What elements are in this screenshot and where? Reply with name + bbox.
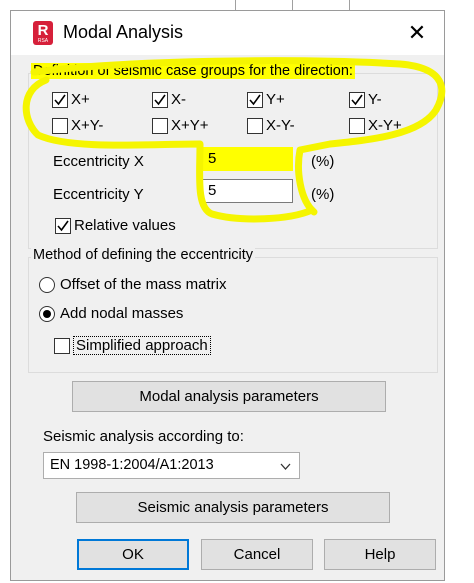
- cancel-button[interactable]: Cancel: [201, 539, 313, 570]
- checkbox-label: X-Y+: [368, 117, 402, 134]
- checkbox-label: Y+: [266, 91, 285, 108]
- eccentricity-y-label: Eccentricity Y: [53, 186, 144, 203]
- close-icon[interactable]: ✕: [403, 19, 431, 47]
- checkbox-label: Simplified approach: [73, 336, 211, 355]
- seismic-analysis-parameters-button[interactable]: Seismic analysis parameters: [76, 492, 390, 523]
- radio-selected-dot: [43, 310, 51, 318]
- eccentricity-x-input[interactable]: 5: [201, 147, 293, 171]
- checkmark-icon: [351, 94, 363, 106]
- checkbox-box: [247, 92, 263, 108]
- chevron-down-icon: [280, 459, 291, 475]
- seismic-standard-select[interactable]: EN 1998-1:2004/A1:2013: [43, 452, 300, 479]
- checkbox-box: [247, 118, 263, 134]
- checkbox-box: [349, 92, 365, 108]
- checkmark-icon: [54, 94, 66, 106]
- strip-divider: [349, 0, 350, 10]
- window-title: Modal Analysis: [63, 22, 184, 42]
- background-window-strip: [0, 0, 474, 10]
- eccentricity-x-label: Eccentricity X: [53, 153, 144, 170]
- checkbox-box: [54, 338, 70, 354]
- app-icon-letter: R: [37, 22, 49, 39]
- checkbox-label: X-Y-: [266, 117, 295, 134]
- checkbox-box: [52, 92, 68, 108]
- eccentricity-y-input[interactable]: 5: [201, 179, 293, 203]
- checkmark-icon: [57, 220, 69, 232]
- checkbox-label: Relative values: [74, 217, 176, 234]
- checkbox-label: X+Y+: [171, 117, 209, 134]
- eccentricity-y-unit: (%): [311, 186, 335, 203]
- radio-label: Offset of the mass matrix: [60, 276, 227, 293]
- checkbox-label: X+: [71, 91, 90, 108]
- help-button[interactable]: Help: [324, 539, 436, 570]
- robot-app-icon: R RSA: [33, 21, 53, 45]
- checkbox-label: Y-: [368, 91, 382, 108]
- checkbox-box: [52, 118, 68, 134]
- modal-analysis-dialog: R RSA Modal Analysis ✕ Definition of sei…: [10, 10, 445, 581]
- seismic-standard-value: EN 1998-1:2004/A1:2013: [50, 457, 214, 473]
- radio-label: Add nodal masses: [60, 305, 184, 322]
- radio-dot: [39, 306, 55, 322]
- direction-group-label: Definition of seismic case groups for th…: [31, 63, 355, 79]
- radio-dot: [39, 277, 55, 293]
- strip-divider: [292, 0, 293, 10]
- checkbox-box: [152, 92, 168, 108]
- strip-divider: [235, 0, 236, 10]
- checkbox-label: X+Y-: [71, 117, 104, 134]
- checkbox-box: [349, 118, 365, 134]
- modal-analysis-parameters-button[interactable]: Modal analysis parameters: [72, 381, 386, 412]
- eccentricity-x-unit: (%): [311, 153, 335, 170]
- title-bar: R RSA Modal Analysis ✕: [11, 11, 444, 55]
- method-group-label: Method of defining the eccentricity: [31, 247, 256, 263]
- checkbox-label: X-: [171, 91, 186, 108]
- app-icon-sub: RSA: [37, 38, 49, 44]
- seismic-analysis-label: Seismic analysis according to:: [43, 428, 244, 445]
- checkmark-icon: [154, 94, 166, 106]
- checkmark-icon: [249, 94, 261, 106]
- checkbox-box: [152, 118, 168, 134]
- ok-button[interactable]: OK: [77, 539, 189, 570]
- checkbox-box: [55, 218, 71, 234]
